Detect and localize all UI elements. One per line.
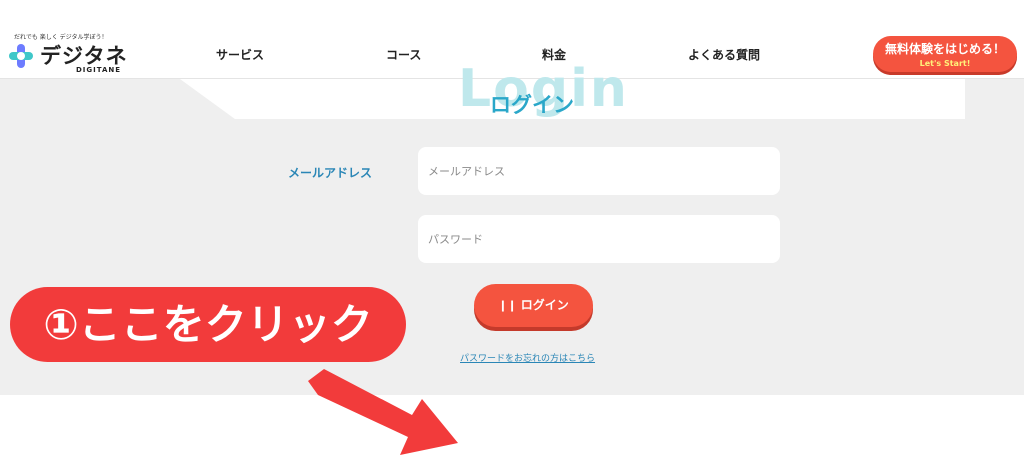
email-label: メールアドレス: [288, 166, 373, 180]
forgot-password-link[interactable]: パスワードをお忘れの方はこちら: [460, 351, 595, 364]
password-field[interactable]: [418, 215, 780, 263]
free-trial-label: 無料体験をはじめる！: [884, 42, 1005, 56]
nav-faq[interactable]: よくある質問: [688, 46, 760, 63]
page-title: ログイン: [490, 93, 574, 117]
login-icon: ❙❙: [498, 299, 517, 312]
login-section: Login ログイン メールアドレス ❙❙ログイン パスワードをお忘れの方はこち…: [0, 59, 1024, 455]
nav-service[interactable]: サービス: [216, 46, 264, 63]
login-button-label: ログイン: [520, 298, 569, 312]
logo-subtext: DIGITANE: [76, 66, 122, 74]
click-here-callout: ①ここをクリック: [10, 287, 406, 362]
logo[interactable]: だれでも 楽しく デジタル学ぼう！ デジタネ DIGITANE: [6, 32, 127, 76]
free-trial-button[interactable]: 無料体験をはじめる！ Let's Start!: [873, 36, 1017, 72]
pointer-arrow-icon: [308, 369, 458, 455]
login-button[interactable]: ❙❙ ログイン: [474, 284, 593, 327]
nav-course[interactable]: コース: [386, 46, 421, 63]
logo-mark-icon: [9, 44, 33, 68]
email-field[interactable]: [418, 147, 780, 195]
free-trial-sublabel: Let's Start!: [919, 59, 971, 68]
